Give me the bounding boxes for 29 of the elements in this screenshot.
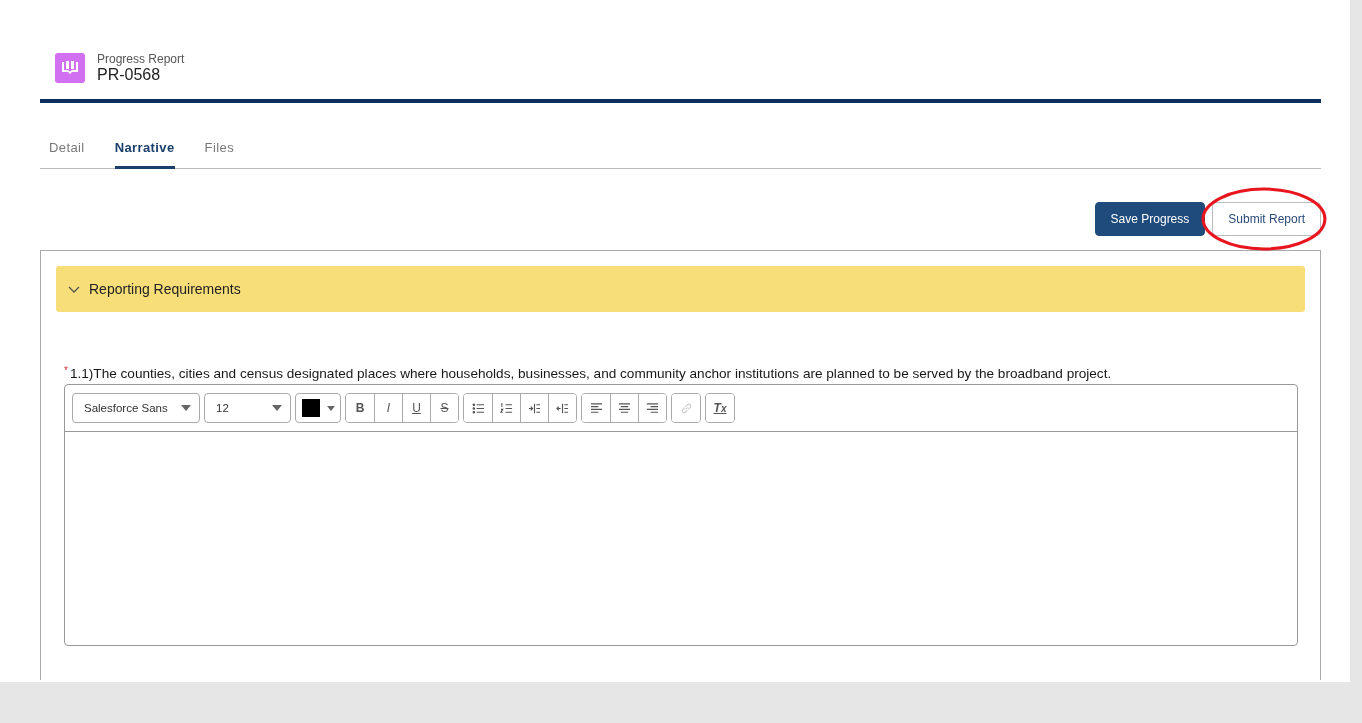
size-dropdown[interactable]: 12 — [204, 393, 291, 423]
font-dropdown[interactable]: Salesforce Sans — [72, 393, 200, 423]
numbers-icon — [500, 401, 513, 415]
required-mark: * — [64, 366, 68, 376]
section-title: Reporting Requirements — [89, 281, 241, 297]
record-type-label: Progress Report — [97, 52, 185, 66]
outdent-icon — [556, 401, 569, 415]
dropdown-icon — [272, 405, 282, 411]
submit-button[interactable]: Submit Report — [1212, 202, 1321, 236]
dropdown-icon — [181, 405, 191, 411]
section-header[interactable]: Reporting Requirements — [56, 266, 1305, 312]
align-right-icon — [646, 401, 659, 415]
tab[interactable]: Files — [204, 140, 235, 169]
outdent-button[interactable] — [548, 394, 576, 422]
link-icon — [679, 401, 693, 415]
bullets-icon — [471, 401, 485, 415]
tab[interactable]: Narrative — [114, 140, 175, 169]
record-name: PR-0568 — [97, 66, 162, 84]
align-left-icon — [589, 401, 603, 415]
strike-button[interactable]: S — [430, 394, 458, 422]
tab[interactable]: Detail — [49, 140, 85, 169]
save-button[interactable]: Save Progress — [1094, 202, 1206, 236]
book-icon — [55, 53, 85, 83]
indent-icon — [528, 401, 541, 415]
align-right-button[interactable] — [638, 394, 666, 422]
align-center-icon — [618, 401, 631, 415]
question-label: 1.1)The counties, cities and census designated places where households, businesses, and community anchor institutions are planned to be served by the broadband project. — [69, 366, 1112, 381]
color-picker[interactable] — [295, 393, 341, 423]
dropdown-icon — [327, 405, 335, 411]
